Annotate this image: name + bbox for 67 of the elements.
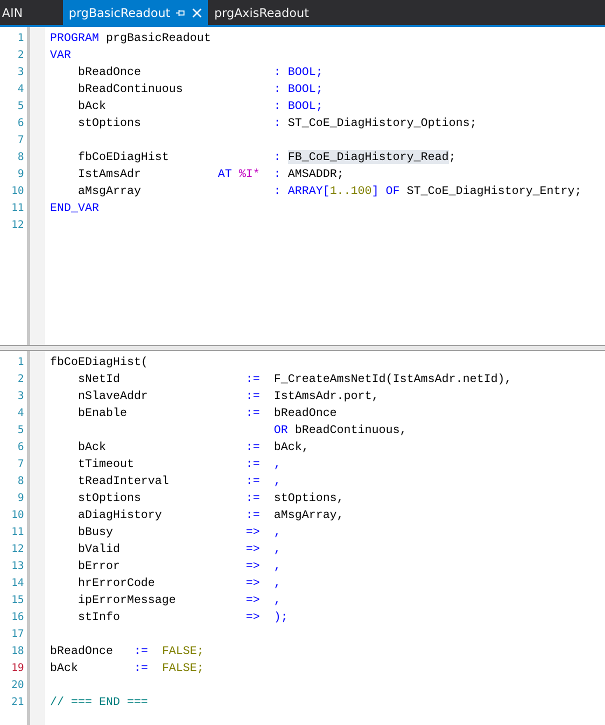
code-line: VAR: [50, 47, 72, 64]
close-icon[interactable]: [192, 8, 202, 18]
line-number: 8: [16, 474, 24, 489]
line-number: 4: [16, 406, 24, 421]
code-line: bError => ,: [76, 558, 282, 575]
code-line: bAck := FALSE;: [50, 660, 205, 677]
code-line: END_VAR: [50, 200, 100, 217]
code-line: bReadOnce : BOOL;: [76, 64, 324, 81]
line-number: 7: [16, 457, 24, 472]
code-line: IstAmsAdr AT %I* : AMSADDR;: [76, 166, 345, 183]
line-number: 20: [10, 678, 24, 693]
pin-icon[interactable]: [176, 8, 186, 18]
editor-tab[interactable]: prgAxisReadout: [208, 0, 315, 25]
code-line: // === END ===: [50, 694, 149, 711]
line-number: 5: [16, 99, 24, 114]
code-line: aMsgArray : ARRAY[1..100] OF ST_CoE_DiagHistory_Entry;: [76, 183, 583, 200]
line-number: 2: [16, 372, 24, 387]
editor-tab[interactable]: prgBasicReadout: [62, 0, 208, 25]
code-line: hrErrorCode => ,: [76, 575, 282, 592]
line-number: 6: [16, 440, 24, 455]
code-line: stOptions := stOptions,: [76, 490, 345, 507]
code-line: bAck := bAck,: [76, 439, 310, 456]
line-number: 12: [10, 542, 24, 557]
line-number: 7: [16, 133, 24, 148]
code-line: OR bReadContinuous,: [272, 422, 408, 439]
line-number: 10: [10, 508, 24, 523]
line-number: 1: [16, 31, 24, 46]
code-line: bBusy => ,: [76, 524, 282, 541]
line-number: 3: [16, 389, 24, 404]
line-number: 6: [16, 116, 24, 131]
code-line: aDiagHistory := aMsgArray,: [76, 507, 345, 524]
line-number: 1: [16, 355, 24, 370]
line-number: 11: [10, 201, 24, 216]
line-number: 11: [10, 525, 24, 540]
line-number: 10: [10, 184, 24, 199]
line-number: 2: [16, 48, 24, 63]
editor-tab[interactable]: AIN: [0, 0, 29, 25]
code-line: stInfo => );: [76, 609, 289, 626]
line-number: 15: [10, 593, 24, 608]
line-number: 9: [16, 167, 24, 182]
line-number: 17: [10, 627, 24, 642]
code-line: bEnable := bReadOnce: [76, 405, 338, 422]
line-number: 19: [10, 661, 24, 676]
code-line: bReadOnce := FALSE;: [50, 643, 205, 660]
line-number: 4: [16, 82, 24, 97]
line-number: 3: [16, 65, 24, 80]
line-number: 8: [16, 150, 24, 165]
line-number: 16: [10, 610, 24, 625]
code-line: stOptions : ST_CoE_DiagHistory_Options;: [76, 115, 478, 132]
code-line: bValid => ,: [76, 541, 282, 558]
line-number: 14: [10, 576, 24, 591]
code-line: PROGRAM prgBasicReadout: [50, 30, 212, 47]
line-number: 9: [16, 491, 24, 506]
code-line: bAck : BOOL;: [76, 98, 324, 115]
line-number: 5: [16, 423, 24, 438]
code-line: tReadInterval := ,: [76, 473, 282, 490]
code-line: sNetId := F_CreateAmsNetId(IstAmsAdr.netId),: [76, 371, 513, 388]
code-line: ipErrorMessage => ,: [76, 592, 282, 609]
line-number: 18: [10, 644, 24, 659]
line-number: 12: [10, 218, 24, 233]
code-line: fbCoEDiagHist : FB_CoE_DiagHistory_Read;: [76, 149, 457, 166]
code-line: tTimeout := ,: [76, 456, 282, 473]
line-number: 21: [10, 695, 24, 710]
code-line: nSlaveAddr := IstAmsAdr.port,: [76, 388, 380, 405]
code-line: bReadContinuous : BOOL;: [76, 81, 324, 98]
line-number: 13: [10, 559, 24, 574]
code-line: fbCoEDiagHist(: [50, 354, 149, 371]
